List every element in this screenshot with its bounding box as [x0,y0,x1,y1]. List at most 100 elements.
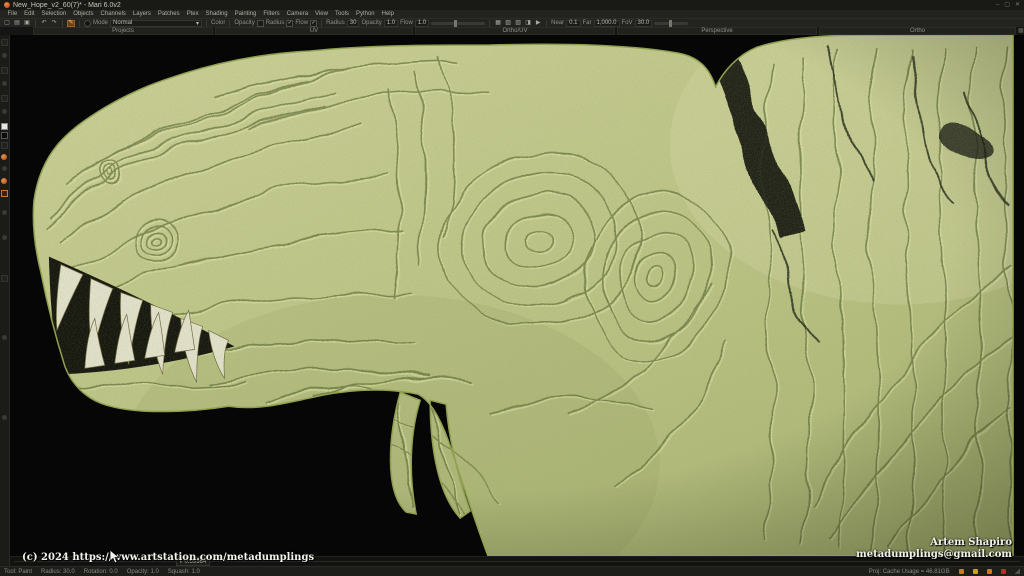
menu-camera[interactable]: Camera [283,10,311,18]
open-project-icon[interactable]: ▤ [13,20,21,27]
background-color-swatch[interactable] [1,132,8,139]
projection-mode-icon[interactable]: ▦ [494,20,502,27]
status-indicator [958,569,964,574]
tool-icon[interactable] [2,235,7,240]
tab-projects[interactable]: Projects [33,27,213,35]
tool-icon[interactable] [2,109,7,114]
cache-usage-text: Proj: Cache Usage = 46.81GB [868,568,950,575]
jitter-opacity-checkbox[interactable] [256,19,264,27]
menu-python[interactable]: Python [352,10,378,18]
menu-tools[interactable]: Tools [331,10,352,18]
tool-icon[interactable] [1,95,8,102]
jitter-radius-checkbox[interactable]: ✓ [286,19,294,27]
brush-slider[interactable] [431,19,486,27]
paint-viewport[interactable] [10,35,1024,556]
tool-icon[interactable] [1,275,8,282]
opacity-field[interactable]: 1.0 [383,19,399,27]
radius-label: Radius [326,20,345,26]
status-radius: Radius: 30.0 [41,568,75,575]
tool-icon[interactable] [2,81,7,86]
artist-name: Artem Shapiro [930,537,1012,548]
view-tab-bar: Projects UV Ortho/UV Perspective Ortho ▦ [0,27,1024,35]
toolbar-separator [206,19,208,27]
tool-icon[interactable] [2,166,7,171]
toolbar-separator [489,19,491,27]
status-tool: Tool: Paint [4,568,33,575]
color-button[interactable]: Color [211,20,225,26]
menu-ptex[interactable]: Ptex [183,10,202,18]
color-picker-icon[interactable] [1,178,7,184]
jitter-flow-label: Flow [295,20,309,26]
creature-artwork [32,35,1014,556]
tool-icon[interactable] [2,53,7,58]
paint-toolbar: ▢ ▤ ▣ ↶ ↷ ✎ Mode Normal ▾ Color Opacity … [0,18,1024,27]
status-indicator [972,569,978,574]
jitter-opacity-label: Opacity [234,20,255,26]
jitter-flow-checkbox[interactable]: ✓ [310,19,318,27]
jitter-radius-label: Radius [265,20,285,26]
resize-grip-icon[interactable]: ◢ [1015,567,1020,576]
menu-filters[interactable]: Filters [260,10,283,18]
fov-label: FoV [621,20,633,26]
status-rotation: Rotation: 0.0 [83,568,118,575]
artist-watermark: Artem Shapiro metadumplings@gmail.com [856,537,1012,561]
fov-field[interactable]: 30.0 [634,19,653,27]
fov-slider[interactable] [654,19,689,27]
swatch-library-icon[interactable] [1,190,8,197]
opacity-label: Opacity [361,20,382,26]
paint-through-icon[interactable]: ▧ [504,20,512,27]
tool-icon[interactable] [2,210,7,215]
tab-uv[interactable]: UV [215,27,413,35]
toolbar-separator [321,19,323,27]
tool-icon[interactable] [2,335,7,340]
menu-shading[interactable]: Shading [202,10,231,18]
menu-patches[interactable]: Patches [154,10,183,18]
toolbar-separator [62,19,63,27]
maximize-button[interactable]: ▢ [1004,0,1010,10]
foreground-color-swatch[interactable] [1,123,8,130]
menu-help[interactable]: Help [378,10,397,18]
paint-tool-icon[interactable]: ✎ [67,19,75,27]
tool-icon[interactable] [1,67,8,74]
menu-file[interactable]: File [4,10,21,18]
near-field[interactable]: 0.1 [566,19,581,27]
undo-icon[interactable]: ↶ [40,20,48,27]
paint-buffer-icon[interactable]: ▨ [514,20,522,27]
menu-edit[interactable]: Edit [21,10,38,18]
menu-painting[interactable]: Painting [231,10,260,18]
layout-grid-icon[interactable]: ▦ [1018,27,1024,35]
brush-tip-swatch[interactable] [84,19,91,27]
play-icon[interactable]: ▶ [534,20,542,27]
blend-mode-select[interactable]: Normal ▾ [110,19,203,27]
menu-selection[interactable]: Selection [38,10,70,18]
redo-icon[interactable]: ↷ [50,20,58,27]
minimize-button[interactable]: – [996,0,999,10]
symmetry-icon[interactable]: ◨ [524,20,532,27]
tab-ortho[interactable]: Ortho [819,27,1016,35]
tab-perspective[interactable]: Perspective [617,27,817,35]
menu-channels[interactable]: Channels [97,10,129,18]
copyright-watermark: (c) 2024 https://www.artstation.com/meta… [22,552,315,563]
window-title: New_Hope_v2_60(7)* - Mari 6.0v2 [13,1,121,9]
new-project-icon[interactable]: ▢ [3,20,11,27]
status-indicator [986,569,992,574]
chevron-down-icon: ▾ [196,20,200,27]
menu-layers[interactable]: Layers [129,10,154,18]
tool-icon[interactable] [1,39,8,46]
radius-field[interactable]: 30 [346,19,360,27]
menu-objects[interactable]: Objects [70,10,97,18]
swap-colors-icon[interactable] [1,142,8,149]
toolbar-separator [229,19,231,27]
toolbar-separator [79,19,80,27]
save-icon[interactable]: ▣ [23,20,31,27]
flow-field[interactable]: 1.0 [414,19,430,27]
close-button[interactable]: ✕ [1015,0,1020,10]
palette-icon[interactable] [1,154,7,160]
status-indicator [1000,569,1006,574]
status-squash: Squash: 1.0 [167,568,200,575]
tool-icon[interactable] [2,415,7,420]
far-field[interactable]: 1,000.0 [593,19,620,27]
tab-ortho-uv[interactable]: Ortho/UV [415,27,615,35]
mode-label: Mode [93,20,109,26]
menu-view[interactable]: View [312,10,332,18]
